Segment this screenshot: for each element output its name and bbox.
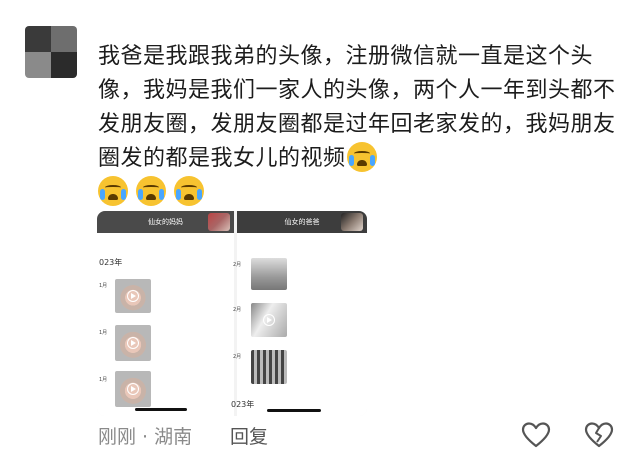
panel-title: 仙女的妈妈	[148, 218, 183, 226]
crying-face-icon	[136, 176, 166, 206]
video-thumbnail	[115, 279, 151, 313]
comment-time-location: 刚刚 · 湖南	[98, 426, 193, 448]
avatar	[341, 213, 363, 231]
video-thumbnail	[115, 325, 151, 361]
play-icon	[127, 383, 139, 395]
home-indicator	[267, 409, 321, 412]
month-label: 2月	[233, 354, 242, 360]
emoji-row	[98, 176, 212, 210]
avatar	[208, 213, 230, 231]
moments-screenshot-right: 仙女的爸爸 2月 2月 2月 023年	[231, 211, 367, 416]
reply-button[interactable]: 回复	[230, 422, 268, 449]
photo-thumbnail	[251, 350, 287, 384]
crying-face-icon	[98, 176, 128, 206]
month-label: 1月	[99, 377, 108, 383]
month-label: 2月	[233, 307, 242, 313]
month-label: 2月	[233, 262, 242, 268]
moments-screenshot-left: 仙女的妈妈 023年 1月 1月 1月	[97, 211, 234, 416]
year-label: 023年	[99, 258, 123, 267]
panel-header: 仙女的爸爸	[237, 211, 367, 233]
panel-header: 仙女的妈妈	[97, 211, 234, 233]
play-icon	[263, 314, 275, 326]
user-avatar[interactable]	[25, 26, 77, 78]
heart-outline-icon[interactable]	[521, 421, 551, 449]
comment-text: 我爸是我跟我弟的头像，注册微信就一直是这个头像，我妈是我们一家人的头像，两个人一…	[98, 40, 618, 176]
play-icon	[127, 290, 139, 302]
broken-heart-icon[interactable]	[584, 421, 614, 449]
photo-thumbnail	[251, 258, 287, 290]
attached-image[interactable]: 仙女的妈妈 023年 1月 1月 1月 仙女的爸爸 2月 2月 2月 023年	[97, 211, 367, 416]
panel-title: 仙女的爸爸	[284, 218, 320, 226]
video-thumbnail	[251, 303, 287, 337]
month-label: 1月	[99, 330, 108, 336]
home-indicator	[135, 408, 187, 411]
video-thumbnail	[115, 371, 151, 407]
crying-face-icon	[174, 176, 204, 206]
crying-face-icon	[346, 142, 377, 172]
month-label: 1月	[99, 283, 108, 289]
year-label: 023年	[231, 400, 255, 409]
play-icon	[127, 337, 139, 349]
